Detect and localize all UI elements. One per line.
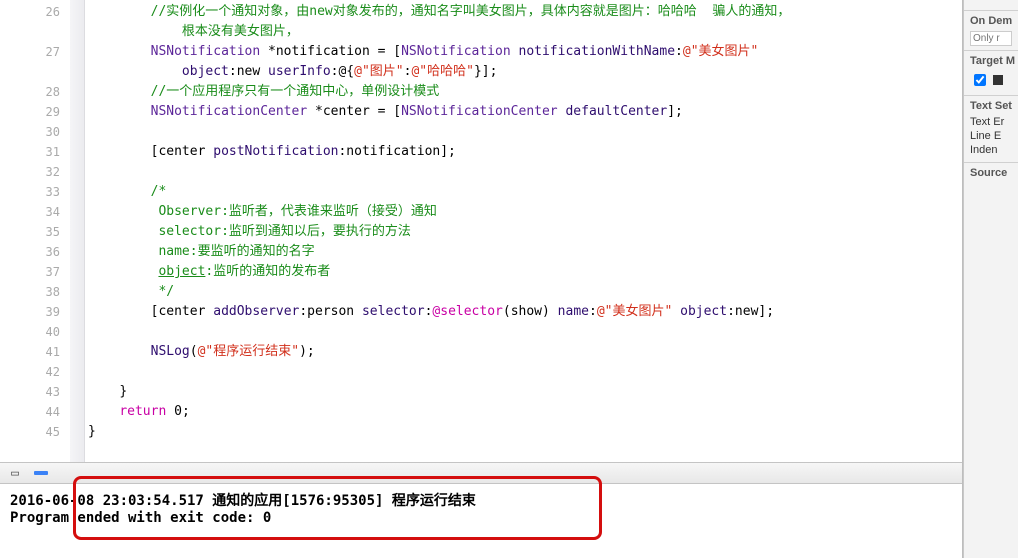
line-number bbox=[0, 62, 70, 82]
line-number: 45 bbox=[0, 422, 70, 442]
code-content[interactable]: Observer:监听者，代表谁来监听（接受）通知 bbox=[84, 202, 437, 222]
code-content[interactable]: NSNotificationCenter *center = [NSNotifi… bbox=[84, 102, 683, 122]
inspector-pane: On Dem Target M Text Set Text Er Line E … bbox=[963, 0, 1018, 558]
code-line[interactable]: object:new userInfo:@{@"图片":@"哈哈哈"}]; bbox=[0, 62, 962, 82]
line-endings-label: Line E bbox=[970, 130, 1012, 142]
line-number: 34 bbox=[0, 202, 70, 222]
line-number bbox=[0, 22, 70, 42]
code-content[interactable] bbox=[84, 122, 151, 142]
code-content[interactable]: /* bbox=[84, 182, 166, 202]
line-number: 28 bbox=[0, 82, 70, 102]
code-line[interactable]: 40 bbox=[0, 322, 962, 342]
code-line[interactable]: 44 return 0; bbox=[0, 402, 962, 422]
toggle-view-icon[interactable]: ▭ bbox=[6, 466, 24, 480]
code-content[interactable] bbox=[84, 322, 151, 342]
code-line[interactable]: 34 Observer:监听者，代表谁来监听（接受）通知 bbox=[0, 202, 962, 222]
console-line: Program ended with exit code: 0 bbox=[10, 510, 952, 526]
code-content[interactable]: } bbox=[84, 382, 127, 402]
code-content[interactable]: 根本没有美女图片， bbox=[84, 22, 299, 42]
code-content[interactable]: } bbox=[84, 422, 96, 442]
console-line: 2016-06-08 23:03:54.517 通知的应用[1576:95305… bbox=[10, 490, 952, 510]
code-line[interactable]: 33 /* bbox=[0, 182, 962, 202]
code-line[interactable]: 30 bbox=[0, 122, 962, 142]
code-content[interactable]: */ bbox=[84, 282, 174, 302]
code-line[interactable]: 26 //实例化一个通知对象，由new对象发布的，通知名字叫美女图片，具体内容就… bbox=[0, 2, 962, 22]
code-content[interactable]: [center postNotification:notification]; bbox=[84, 142, 456, 162]
target-icon bbox=[993, 75, 1003, 85]
indent-label: Inden bbox=[970, 144, 1012, 156]
line-number: 40 bbox=[0, 322, 70, 342]
code-content[interactable]: object:new userInfo:@{@"图片":@"哈哈哈"}]; bbox=[84, 62, 497, 82]
section-title: Target M bbox=[970, 55, 1012, 67]
line-number: 35 bbox=[0, 222, 70, 242]
section-title: On Dem bbox=[970, 15, 1012, 27]
code-content[interactable]: object:监听的通知的发布者 bbox=[84, 262, 330, 282]
line-number: 41 bbox=[0, 342, 70, 362]
code-content[interactable]: NSLog(@"程序运行结束"); bbox=[84, 342, 315, 362]
code-line[interactable]: 28 //一个应用程序只有一个通知中心，单例设计模式 bbox=[0, 82, 962, 102]
code-line[interactable]: 27 NSNotification *notification = [NSNot… bbox=[0, 42, 962, 62]
code-line[interactable]: 36 name:要监听的通知的名字 bbox=[0, 242, 962, 262]
code-content[interactable]: //实例化一个通知对象，由new对象发布的，通知名字叫美女图片，具体内容就是图片… bbox=[84, 2, 790, 22]
line-number: 30 bbox=[0, 122, 70, 142]
code-editor[interactable]: 26 //实例化一个通知对象，由new对象发布的，通知名字叫美女图片，具体内容就… bbox=[0, 0, 962, 462]
filter-icon[interactable] bbox=[32, 466, 50, 480]
line-number: 29 bbox=[0, 102, 70, 122]
line-number: 36 bbox=[0, 242, 70, 262]
code-line[interactable]: 35 selector:监听到通知以后，要执行的方法 bbox=[0, 222, 962, 242]
line-number: 33 bbox=[0, 182, 70, 202]
code-line[interactable]: 31 [center postNotification:notification… bbox=[0, 142, 962, 162]
section-title: Source bbox=[970, 167, 1012, 179]
line-number: 37 bbox=[0, 262, 70, 282]
line-number: 26 bbox=[0, 2, 70, 22]
code-line[interactable]: 29 NSNotificationCenter *center = [NSNot… bbox=[0, 102, 962, 122]
code-content[interactable]: return 0; bbox=[84, 402, 190, 422]
code-content[interactable] bbox=[84, 162, 151, 182]
line-number: 39 bbox=[0, 302, 70, 322]
code-content[interactable]: [center addObserver:person selector:@sel… bbox=[84, 302, 774, 322]
code-line[interactable]: 39 [center addObserver:person selector:@… bbox=[0, 302, 962, 322]
editor-pane: 26 //实例化一个通知对象，由new对象发布的，通知名字叫美女图片，具体内容就… bbox=[0, 0, 963, 558]
text-encoding-label: Text Er bbox=[970, 116, 1012, 128]
target-section: Target M bbox=[964, 50, 1018, 95]
code-line[interactable]: 38 */ bbox=[0, 282, 962, 302]
line-number: 42 bbox=[0, 362, 70, 382]
code-line[interactable]: 32 bbox=[0, 162, 962, 182]
code-content[interactable] bbox=[84, 362, 151, 382]
code-content[interactable]: name:要监听的通知的名字 bbox=[84, 242, 315, 262]
line-number: 43 bbox=[0, 382, 70, 402]
debug-console[interactable]: 2016-06-08 23:03:54.517 通知的应用[1576:95305… bbox=[0, 484, 962, 558]
line-number: 38 bbox=[0, 282, 70, 302]
source-control-section: Source bbox=[964, 162, 1018, 187]
code-content[interactable]: NSNotification *notification = [NSNotifi… bbox=[84, 42, 758, 62]
code-line[interactable]: 根本没有美女图片， bbox=[0, 22, 962, 42]
text-settings-section: Text Set Text Er Line E Inden bbox=[964, 95, 1018, 162]
line-number: 32 bbox=[0, 162, 70, 182]
code-content[interactable]: //一个应用程序只有一个通知中心，单例设计模式 bbox=[84, 82, 439, 102]
code-content[interactable]: selector:监听到通知以后，要执行的方法 bbox=[84, 222, 411, 242]
on-demand-section: On Dem bbox=[964, 10, 1018, 50]
fold-gutter[interactable] bbox=[70, 0, 85, 462]
line-number: 27 bbox=[0, 42, 70, 62]
code-line[interactable]: 41 NSLog(@"程序运行结束"); bbox=[0, 342, 962, 362]
target-membership-checkbox[interactable] bbox=[974, 74, 986, 86]
code-line[interactable]: 45} bbox=[0, 422, 962, 442]
console-toolbar: ▭ bbox=[0, 462, 962, 484]
line-number: 31 bbox=[0, 142, 70, 162]
code-line[interactable]: 37 object:监听的通知的发布者 bbox=[0, 262, 962, 282]
code-line[interactable]: 43 } bbox=[0, 382, 962, 402]
section-title: Text Set bbox=[970, 100, 1012, 112]
line-number: 44 bbox=[0, 402, 70, 422]
code-line[interactable]: 42 bbox=[0, 362, 962, 382]
on-demand-filter-input[interactable] bbox=[970, 31, 1012, 46]
